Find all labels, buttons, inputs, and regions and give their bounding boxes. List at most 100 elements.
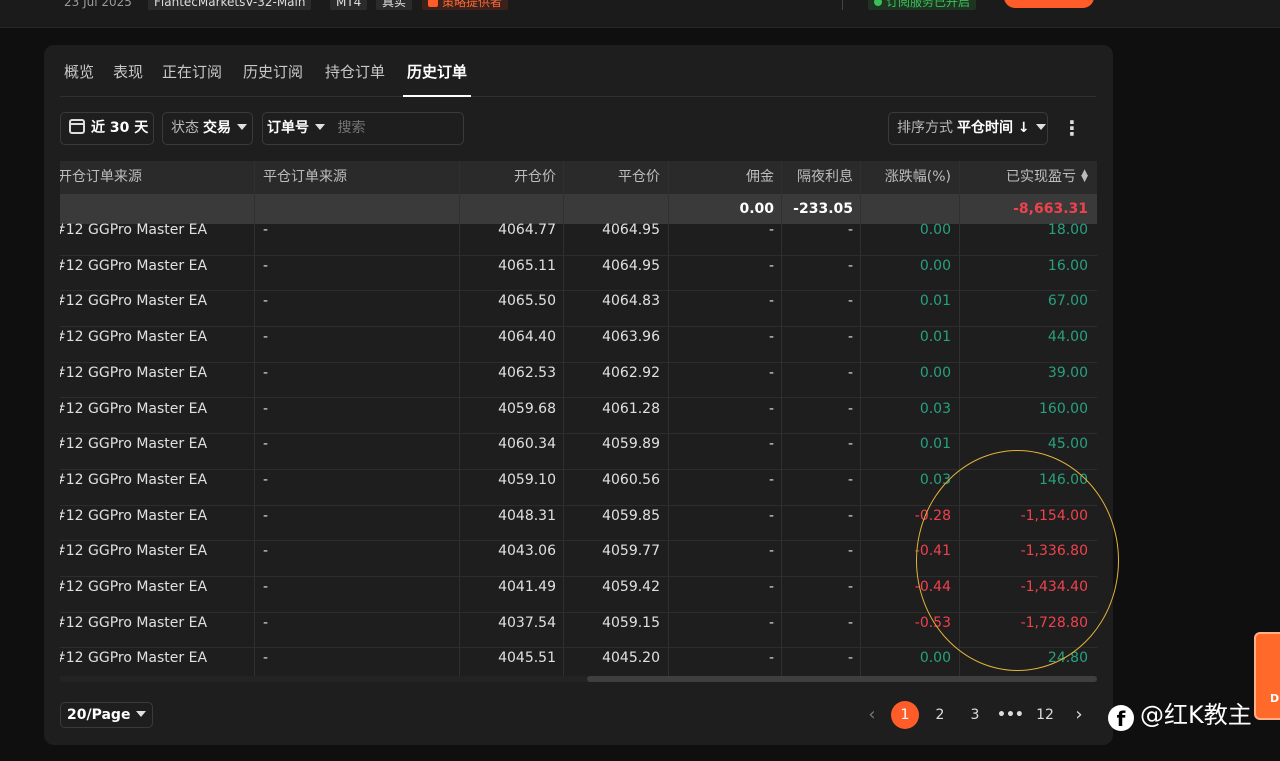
sort-dropdown[interactable]: 排序方式 平仓时间 ↓: [888, 112, 1048, 145]
provider-badge-label: 策略提供者: [442, 0, 503, 9]
provider-badge: 策略提供者: [422, 0, 509, 10]
table-row[interactable]: #12 GGPro Master EA - 4065.11 4064.95 - - 0.00…: [60, 256, 1097, 292]
cell-close-source: -: [263, 222, 269, 238]
cell-close-price: 4064.95: [602, 257, 660, 274]
cell-swap: -: [847, 329, 853, 346]
cell-open-price: 4060.34: [498, 436, 556, 453]
cell-close-source: -: [263, 471, 269, 488]
page-1-button[interactable]: 1: [891, 701, 919, 729]
table-row[interactable]: #12 GGPro Master EA - 4064.40 4063.96 - - 0.01…: [60, 327, 1097, 363]
page-2-button[interactable]: 2: [930, 701, 950, 729]
cell-close-source: -: [263, 257, 269, 274]
cell-commission: -: [768, 293, 774, 310]
status-value: 交易: [203, 120, 231, 136]
cell-open-price: 4065.50: [498, 293, 556, 310]
cell-close-source: -: [263, 543, 269, 560]
cell-change: -0.44: [914, 579, 951, 595]
table-row[interactable]: #12 GGPro Master EA - 4048.31 4059.85 - - -0.2…: [60, 506, 1097, 542]
cell-open-source: #12 GGPro Master EA: [60, 400, 208, 417]
status-dropdown[interactable]: 状态 交易: [162, 112, 253, 145]
cell-close-price: 4061.28: [602, 400, 660, 417]
more-options-icon[interactable]: ⋮: [1060, 114, 1084, 142]
tab-order-history[interactable]: 历史订单: [403, 59, 472, 97]
table-row[interactable]: #12 GGPro Master EA - 4060.34 4059.89 - - 0.01…: [60, 434, 1097, 470]
table-row[interactable]: #12 GGPro Master EA - 4037.54 4059.15 - - -0.5…: [60, 613, 1097, 649]
cell-open-source: #12 GGPro Master EA: [60, 329, 208, 346]
status-badge-label: 订阅服务已开启: [886, 0, 971, 9]
table-row[interactable]: #12 GGPro Master EA - 4059.10 4060.56 - - 0.03…: [60, 470, 1097, 506]
cell-realized-pnl: 39.00: [1047, 364, 1088, 381]
cell-close-source: -: [263, 400, 269, 417]
cell-swap: -: [847, 293, 853, 310]
cell-close-source: -: [263, 329, 269, 346]
cell-open-source: #12 GGPro Master EA: [60, 257, 208, 274]
subscription-status-badge: 订阅服务已开启: [868, 0, 977, 10]
date-range-button[interactable]: 近 30 天: [60, 112, 154, 145]
header-realized-pnl[interactable]: 已实现盈亏 ▲ ▼: [960, 161, 1088, 194]
page-ellipsis[interactable]: •••: [997, 701, 1024, 729]
cell-open-price: 4062.53: [498, 364, 556, 381]
primary-action-button[interactable]: [1004, 0, 1094, 8]
cell-realized-pnl: -1,336.80: [1020, 543, 1088, 560]
cell-realized-pnl: -1,434.40: [1020, 579, 1088, 595]
column-divider: [563, 161, 564, 682]
page-3-button[interactable]: 3: [965, 701, 985, 729]
cell-swap: -: [847, 471, 853, 488]
cell-change: 0.01: [919, 329, 951, 346]
calendar-icon: [69, 119, 85, 134]
tab-overview[interactable]: 概览: [64, 59, 94, 96]
cell-swap: -: [847, 364, 853, 381]
header-close-source: 平仓订单来源: [263, 169, 347, 185]
cell-close-price: 4062.92: [602, 364, 660, 381]
cell-close-price: 4059.85: [602, 507, 660, 524]
account-type-badge: 真实: [376, 0, 413, 10]
order-number-dropdown[interactable]: 订单号: [267, 120, 325, 136]
table-row[interactable]: #12 GGPro Master EA - 4041.49 4059.42 - - -0.4…: [60, 577, 1097, 613]
cell-commission: -: [768, 543, 774, 560]
header-realized-pnl-label: 已实现盈亏: [1006, 169, 1076, 185]
table-row[interactable]: #12 GGPro Master EA - 4059.68 4061.28 - - 0.03…: [60, 399, 1097, 435]
cell-realized-pnl: 44.00: [1047, 329, 1088, 346]
tab-performance[interactable]: 表现: [113, 59, 143, 96]
table-row[interactable]: #12 GGPro Master EA - 4064.77 4064.95 - - 0.00…: [60, 220, 1097, 256]
column-divider: [781, 161, 782, 682]
horizontal-scrollbar[interactable]: [60, 676, 1097, 682]
cell-open-price: 4059.68: [498, 400, 556, 417]
tab-subscription-history[interactable]: 历史订阅: [243, 59, 303, 96]
platform-badge: MT4: [330, 0, 368, 10]
cell-close-source: -: [263, 614, 269, 631]
strategy-icon: [428, 0, 438, 7]
cell-open-source: #12 GGPro Master EA: [60, 614, 208, 631]
tab-active-subscriptions[interactable]: 正在订阅: [162, 59, 222, 96]
column-divider: [860, 161, 861, 682]
table-row[interactable]: #12 GGPro Master EA - 4062.53 4062.92 - - 0.00…: [60, 363, 1097, 399]
floating-side-button[interactable]: D: [1254, 632, 1280, 720]
cell-close-price: 4063.96: [602, 329, 660, 346]
order-number-label: 订单号: [267, 120, 309, 136]
search-input[interactable]: [337, 120, 448, 136]
scrollbar-thumb[interactable]: [587, 676, 1097, 682]
header-open-source: 开仓订单来源: [60, 169, 142, 185]
cell-swap: -: [847, 543, 853, 560]
next-page-button[interactable]: ›: [1069, 701, 1089, 729]
column-divider: [668, 161, 669, 682]
header-commission: 佣金: [746, 169, 774, 185]
cell-close-price: 4059.89: [602, 436, 660, 453]
cell-close-price: 4060.56: [602, 471, 660, 488]
page-size-dropdown[interactable]: 20/Page: [60, 702, 154, 728]
table-row[interactable]: #12 GGPro Master EA - 4043.06 4059.77 - - -0.4…: [60, 541, 1097, 577]
date-range-label: 近 30 天: [91, 120, 149, 136]
prev-page-button[interactable]: ‹: [862, 701, 882, 729]
cell-close-source: -: [263, 579, 269, 595]
cell-swap: -: [847, 257, 853, 274]
cell-change: 0.00: [919, 222, 951, 238]
cell-realized-pnl: 146.00: [1039, 471, 1088, 488]
cell-open-price: 4065.11: [498, 257, 556, 274]
tab-open-positions[interactable]: 持仓订单: [325, 59, 385, 96]
top-bar: 23 Jul 2025 FlantecMarketsV-32-Main MT4 …: [0, 0, 1280, 28]
cell-close-source: -: [263, 364, 269, 381]
filter-bar: 近 30 天 状态交易 订单号 排序方式平仓时间 ↓ ⋮: [44, 112, 1113, 146]
page-12-button[interactable]: 12: [1033, 701, 1057, 729]
table-row[interactable]: #12 GGPro Master EA - 4065.50 4064.83 - - 0.01…: [60, 291, 1097, 328]
cell-open-source: #12 GGPro Master EA: [60, 293, 208, 310]
